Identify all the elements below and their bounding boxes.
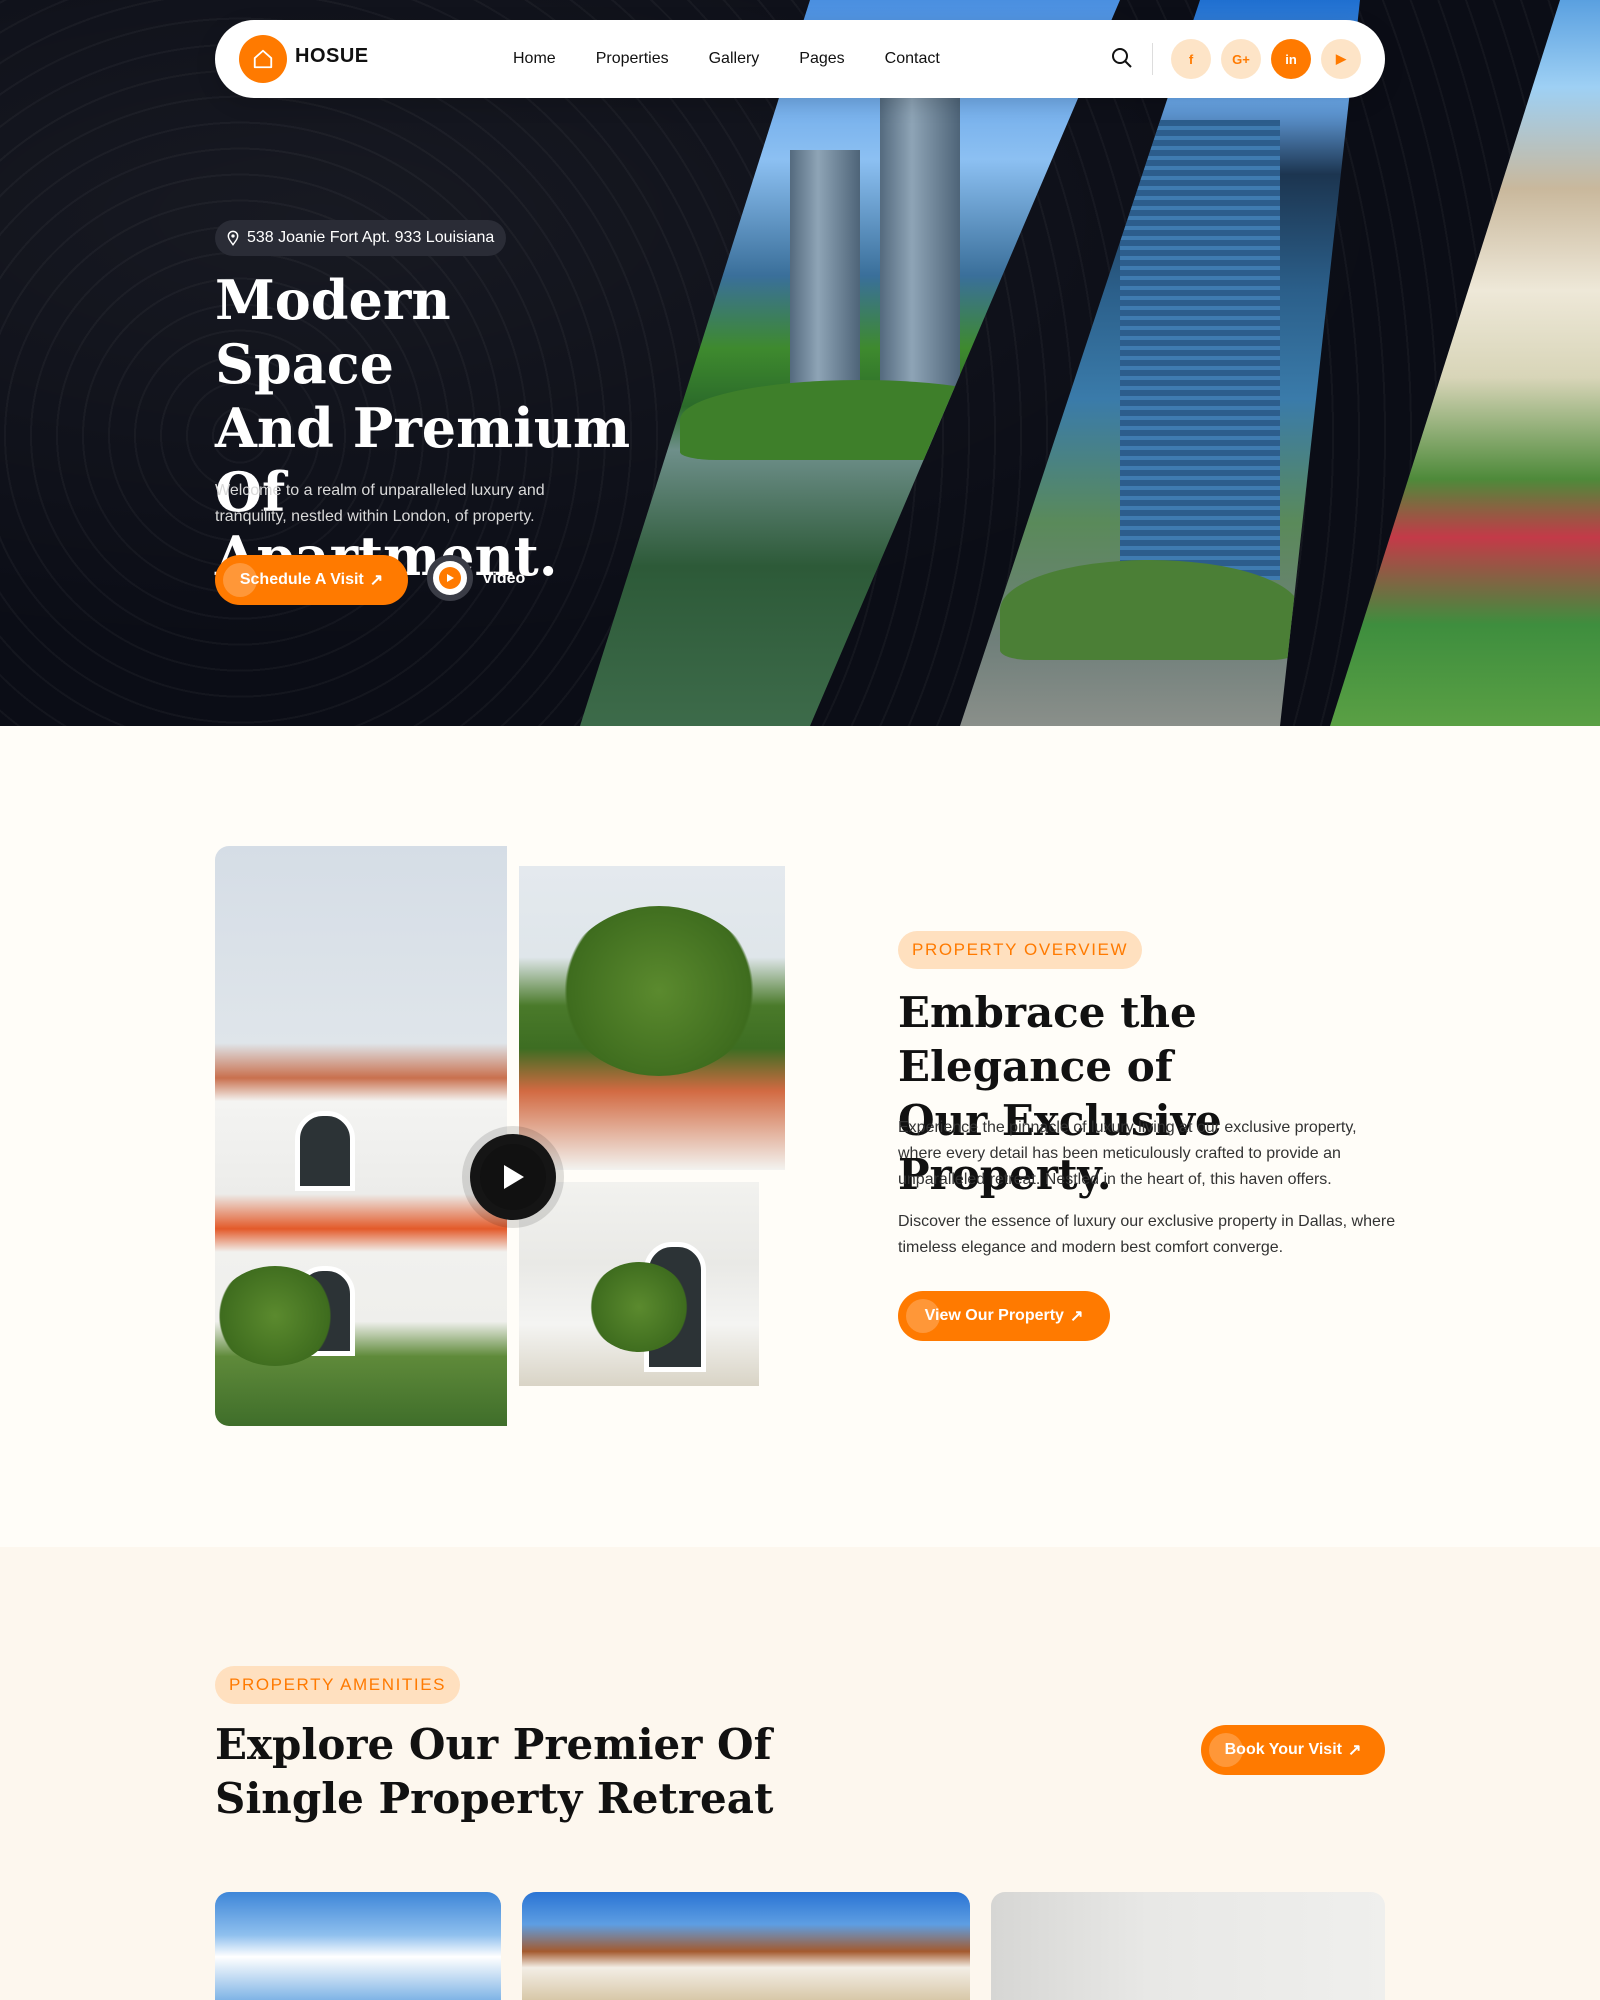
book-visit-button[interactable]: Book Your Visit ↗ bbox=[1201, 1725, 1385, 1775]
search-icon[interactable] bbox=[1110, 46, 1134, 70]
location-pin-icon bbox=[227, 230, 239, 246]
play-icon bbox=[439, 567, 461, 589]
overview-title-line: Embrace the Elegance of bbox=[898, 988, 1197, 1091]
hero-title-line: Modern Space bbox=[215, 268, 451, 396]
amenities-tag: PROPERTY AMENITIES bbox=[215, 1666, 461, 1704]
overview-paragraph-1: Experience the pinnacle of luxury living… bbox=[898, 1119, 1357, 1188]
amenity-card-sky[interactable] bbox=[215, 1892, 501, 2000]
logo-house-icon[interactable] bbox=[239, 35, 287, 83]
overview-tag: PROPERTY OVERVIEW bbox=[898, 931, 1143, 969]
arched-window bbox=[295, 1111, 355, 1191]
hero-title-line: And Premium bbox=[215, 396, 631, 460]
view-property-button[interactable]: View Our Property ↗ bbox=[898, 1291, 1110, 1341]
arrow-up-right-icon: ↗ bbox=[1069, 1308, 1084, 1325]
overview-paragraph-2: Discover the essence of luxury our exclu… bbox=[898, 1213, 1396, 1256]
arrow-up-right-icon: ↗ bbox=[1347, 1742, 1362, 1759]
address-pill: 538 Joanie Fort Apt. 933 Louisiana bbox=[215, 220, 507, 256]
hero-section: HOSUE Home Properties Gallery Pages Cont… bbox=[0, 0, 1600, 726]
overview-play-button[interactable] bbox=[470, 1134, 556, 1220]
address-text: 538 Joanie Fort Apt. 933 Louisiana bbox=[247, 229, 495, 246]
youtube-icon[interactable]: ▶ bbox=[1321, 39, 1361, 79]
amenities-title-line: Single Property Retreat bbox=[215, 1774, 774, 1823]
amenity-card-house[interactable] bbox=[522, 1892, 970, 2000]
arrow-up-right-icon: ↗ bbox=[369, 572, 384, 589]
button-highlight bbox=[1209, 1733, 1243, 1767]
logo-text[interactable]: HOSUE bbox=[295, 45, 369, 68]
menu-item-contact[interactable]: Contact bbox=[885, 50, 940, 68]
villa-photo-bottom-right bbox=[519, 1182, 759, 1386]
menu-item-properties[interactable]: Properties bbox=[596, 50, 669, 68]
amenity-card-interior[interactable] bbox=[991, 1892, 1385, 2000]
palm-tree bbox=[589, 1262, 689, 1352]
video-label[interactable]: Video bbox=[482, 570, 525, 588]
video-play-button[interactable] bbox=[427, 555, 473, 601]
street-trees bbox=[1000, 560, 1300, 660]
nav-divider bbox=[1152, 43, 1153, 75]
menu-item-home[interactable]: Home bbox=[513, 50, 556, 68]
schedule-visit-label: Schedule A Visit bbox=[239, 571, 364, 588]
amenities-title: Explore Our Premier Of Single Property R… bbox=[215, 1718, 775, 1826]
amenities-title-line: Explore Our Premier Of bbox=[215, 1720, 772, 1769]
social-links: f G+ in ▶ bbox=[1171, 39, 1361, 79]
shrub bbox=[215, 1266, 335, 1366]
menu-item-pages[interactable]: Pages bbox=[799, 50, 844, 68]
play-icon bbox=[504, 1165, 524, 1189]
hero-title: Modern Space And Premium Of Apartment. bbox=[215, 268, 635, 588]
button-highlight bbox=[223, 563, 257, 597]
villa-photo-left bbox=[215, 846, 507, 1426]
main-menu: Home Properties Gallery Pages Contact bbox=[513, 50, 940, 68]
schedule-visit-button[interactable]: Schedule A Visit ↗ bbox=[215, 555, 408, 605]
facebook-icon[interactable]: f bbox=[1171, 39, 1211, 79]
view-property-label: View Our Property bbox=[924, 1307, 1064, 1324]
button-highlight bbox=[906, 1299, 940, 1333]
hero-subtitle: Welcome to a realm of unparalleled luxur… bbox=[215, 482, 545, 525]
palm-photo-top-right bbox=[519, 866, 785, 1170]
google-plus-icon[interactable]: G+ bbox=[1221, 39, 1261, 79]
glass-tower bbox=[1120, 120, 1280, 580]
top-navbar: HOSUE Home Properties Gallery Pages Cont… bbox=[215, 20, 1385, 98]
menu-item-gallery[interactable]: Gallery bbox=[709, 50, 760, 68]
linkedin-icon[interactable]: in bbox=[1271, 39, 1311, 79]
palm-tree bbox=[559, 906, 759, 1076]
